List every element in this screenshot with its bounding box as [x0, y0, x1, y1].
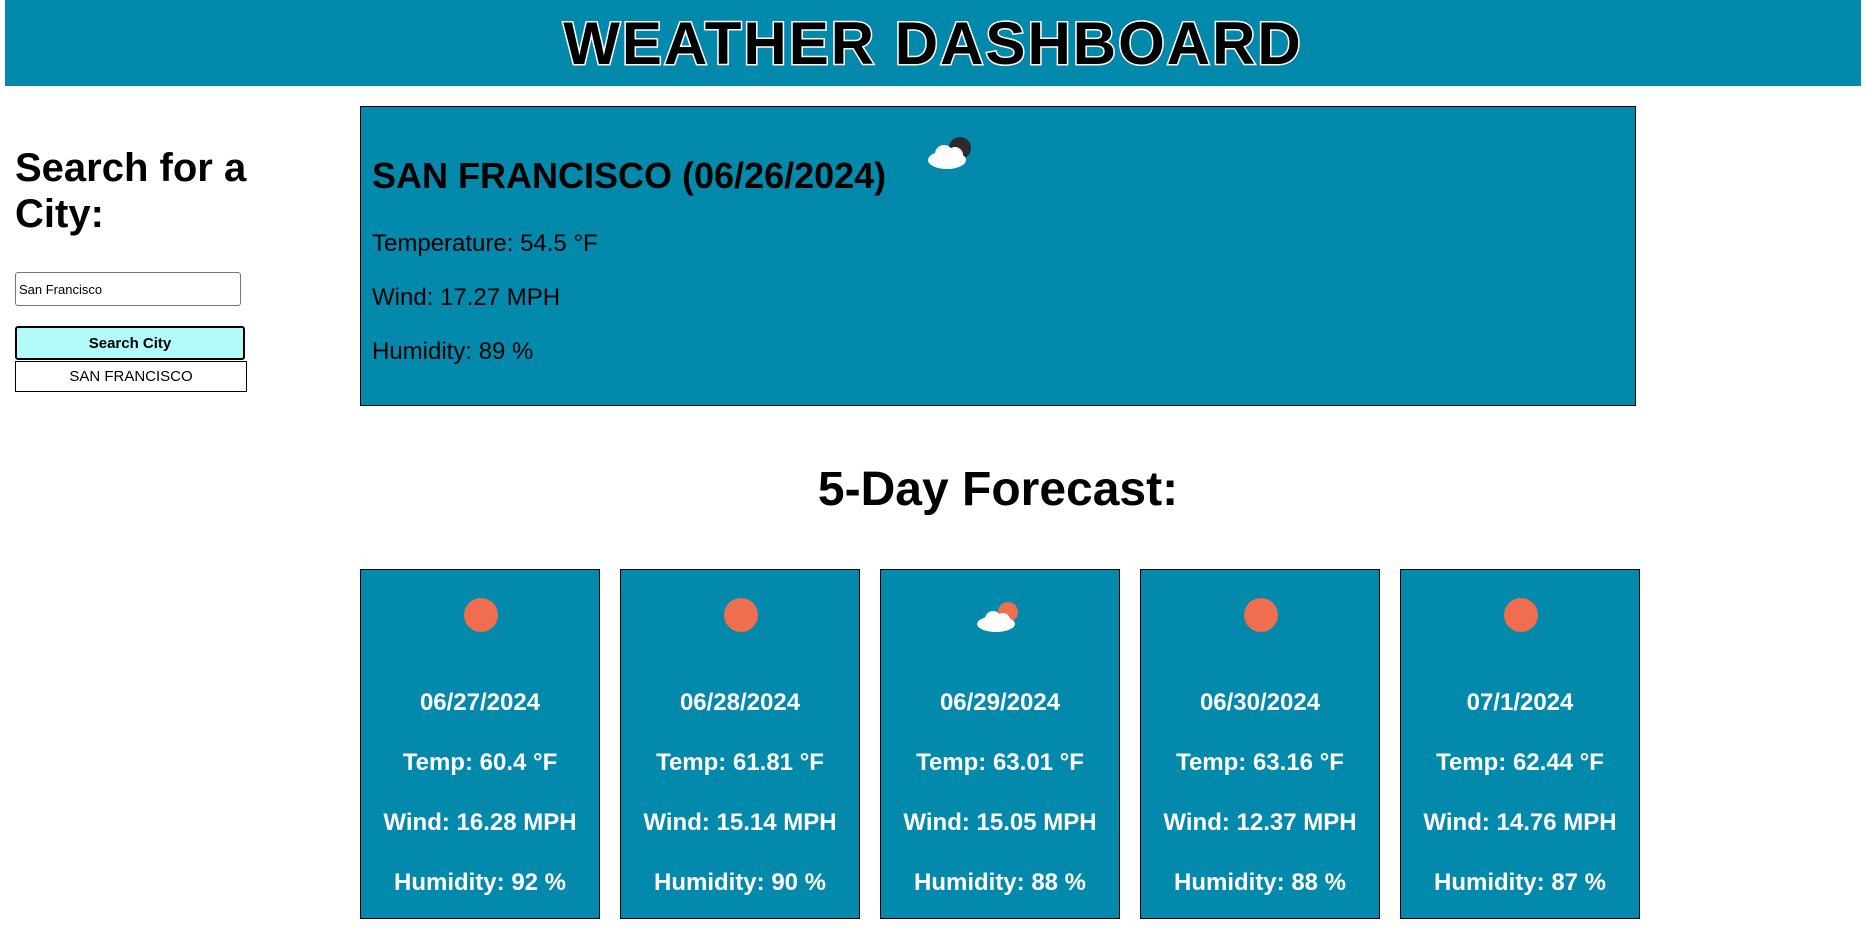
forecast-date: 06/30/2024 [1199, 689, 1321, 716]
sun-icon [1496, 596, 1546, 636]
forecast-humidity: Humidity: 88 % [913, 869, 1087, 896]
forecast-wind: Wind: 16.28 MPH [383, 809, 577, 836]
forecast-wind: Wind: 15.14 MPH [643, 809, 837, 836]
partly-cloudy-day-icon [976, 596, 1026, 636]
forecast-date: 07/1/2024 [1466, 689, 1574, 716]
forecast-temp: Temp: 60.4 °F [402, 749, 558, 776]
forecast-wind: Wind: 12.37 MPH [1163, 809, 1357, 836]
forecast-card: 06/29/2024 Temp: 63.01 °F Wind: 15.05 MP… [880, 569, 1120, 919]
search-heading: Search for a City: [15, 146, 247, 236]
current-temperature: Temperature: 54.5 °F [372, 230, 598, 257]
forecast-date: 06/27/2024 [419, 689, 541, 716]
current-humidity: Humidity: 89 % [372, 338, 534, 365]
forecast-card: 06/27/2024 Temp: 60.4 °F Wind: 16.28 MPH… [360, 569, 600, 919]
forecast-temp: Temp: 63.01 °F [916, 749, 1084, 776]
forecast-humidity: Humidity: 90 % [653, 869, 827, 896]
forecast-wind: Wind: 14.76 MPH [1423, 809, 1617, 836]
current-wind: Wind: 17.27 MPH [372, 284, 561, 311]
forecast-date: 06/28/2024 [679, 689, 801, 716]
page-title: WEATHER DASHBOARD [562, 8, 1303, 78]
history-item-san-francisco[interactable]: SAN FRANCISCO [15, 361, 247, 392]
forecast-humidity: Humidity: 87 % [1433, 869, 1607, 896]
forecast-temp: Temp: 63.16 °F [1176, 749, 1344, 776]
forecast-title: 5-Day Forecast: [817, 463, 1179, 516]
forecast-temp: Temp: 61.81 °F [656, 749, 824, 776]
header-banner: WEATHER DASHBOARD [5, 0, 1861, 86]
search-city-button[interactable]: Search City [15, 326, 245, 360]
sun-icon [456, 596, 506, 636]
forecast-temp: Temp: 62.44 °F [1436, 749, 1604, 776]
current-weather-panel: SAN FRANCISCO (06/26/2024) Temperature: … [360, 106, 1636, 406]
forecast-card: 06/28/2024 Temp: 61.81 °F Wind: 15.14 MP… [620, 569, 860, 919]
forecast-wind: Wind: 15.05 MPH [903, 809, 1097, 836]
search-sidebar: Search for a City: Search City SAN FRANC… [15, 145, 250, 392]
current-city-date: SAN FRANCISCO (06/26/2024) [372, 155, 887, 196]
sun-icon [1236, 596, 1286, 636]
forecast-humidity: Humidity: 92 % [393, 869, 567, 896]
forecast-card: 06/30/2024 Temp: 63.16 °F Wind: 12.37 MP… [1140, 569, 1380, 919]
city-search-input[interactable] [15, 272, 241, 306]
forecast-date: 06/29/2024 [939, 689, 1061, 716]
sun-icon [716, 596, 766, 636]
partly-cloudy-night-icon [927, 135, 977, 175]
weather-dashboard-page: WEATHER DASHBOARD Search for a City: Sea… [0, 0, 1866, 939]
forecast-card: 07/1/2024 Temp: 62.44 °F Wind: 14.76 MPH… [1400, 569, 1640, 919]
forecast-humidity: Humidity: 88 % [1173, 869, 1347, 896]
